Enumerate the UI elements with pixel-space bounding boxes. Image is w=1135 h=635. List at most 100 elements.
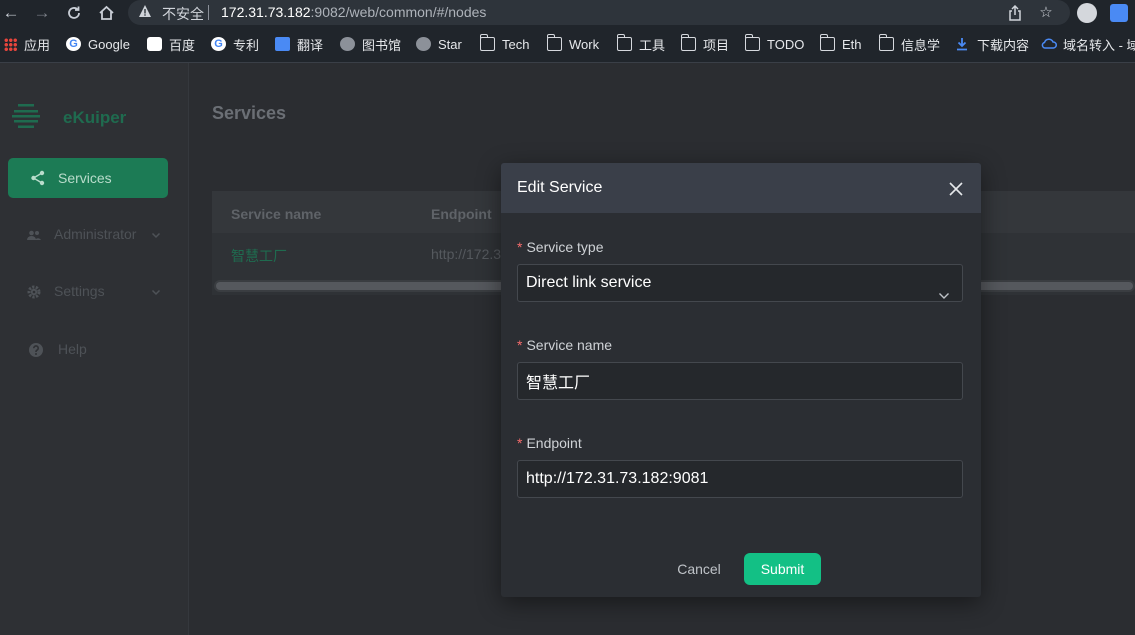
- gear-icon: [26, 284, 42, 300]
- bookmark-star[interactable]: Star: [416, 34, 462, 54]
- bookmark-domain[interactable]: 域名转入 - 域: [1041, 34, 1135, 54]
- forward-icon[interactable]: →: [31, 2, 53, 24]
- warning-icon: [138, 4, 152, 18]
- folder-icon: [878, 34, 894, 51]
- sidebar: eKuiper Services Administrator Settings …: [0, 63, 189, 635]
- sidebar-item-administrator[interactable]: Administrator: [26, 224, 166, 246]
- bookmark-work[interactable]: Work: [546, 34, 600, 54]
- address-bar[interactable]: 不安全 172.31.73.182:9082/web/common/#/node…: [128, 0, 1070, 25]
- service-name-link[interactable]: 智慧工厂: [231, 246, 287, 266]
- apps-grid-icon: [4, 37, 17, 51]
- browser-toolbar: ← → 不安全 172.31.73.182:9082/web/common/#/…: [0, 0, 1135, 26]
- required-mark: *: [517, 435, 523, 451]
- bookmark-patent[interactable]: G 专利: [211, 34, 259, 54]
- endpoint-cell: http://172.3: [431, 246, 502, 262]
- globe-icon: [340, 37, 355, 51]
- service-type-select[interactable]: Direct link service: [517, 264, 963, 302]
- bookmark-projects[interactable]: 项目: [680, 34, 730, 54]
- service-name-input[interactable]: [517, 362, 963, 400]
- bookmark-library[interactable]: 图书馆: [340, 34, 401, 54]
- sidebar-item-label: Settings: [54, 283, 105, 299]
- bookmark-label: 工具: [639, 37, 666, 53]
- url-path: :9082/web/common/#/nodes: [310, 4, 487, 20]
- translate-icon: [275, 37, 290, 51]
- chevron-down-icon: [150, 228, 162, 240]
- bookmark-label: 下载内容: [977, 37, 1030, 53]
- folder-icon: [744, 34, 760, 51]
- label-text: Service name: [526, 337, 613, 353]
- submit-button[interactable]: Submit: [744, 553, 821, 585]
- baidu-icon: [147, 37, 162, 51]
- column-header-service-name: Service name: [231, 206, 322, 222]
- required-mark: *: [517, 337, 523, 353]
- chevron-down-icon: [938, 279, 950, 299]
- sidebar-item-label: Help: [58, 341, 87, 357]
- logo-text: eKuiper: [63, 108, 127, 127]
- required-mark: *: [517, 239, 523, 255]
- bookmark-label: 图书馆: [362, 37, 402, 53]
- bookmark-apps[interactable]: 应用: [4, 34, 50, 54]
- folder-icon: [680, 34, 696, 51]
- bookmark-label: 项目: [703, 37, 730, 53]
- url-text: 172.31.73.182:9082/web/common/#/nodes: [221, 4, 486, 20]
- bookmark-baidu[interactable]: 百度: [147, 34, 195, 54]
- logo-icon: [12, 103, 40, 129]
- bookmarks-bar: 应用 G Google 百度 G 专利 翻译 图书馆 Star Tech Wor…: [0, 26, 1135, 63]
- bookmark-label: 信息学: [901, 37, 941, 53]
- home-icon[interactable]: [95, 2, 117, 24]
- bookmark-label: Work: [569, 36, 600, 52]
- bookmark-tools[interactable]: 工具: [616, 34, 666, 54]
- download-icon: [955, 37, 970, 51]
- bookmark-label: Tech: [502, 36, 530, 52]
- sidebar-item-services[interactable]: Services: [8, 158, 168, 198]
- service-name-label: * Service name: [517, 337, 612, 353]
- google-icon: G: [211, 37, 226, 51]
- sidebar-item-settings[interactable]: Settings: [26, 281, 166, 303]
- close-icon[interactable]: [945, 178, 967, 200]
- bookmark-tech[interactable]: Tech: [479, 34, 530, 54]
- label-text: Endpoint: [526, 435, 582, 451]
- globe-icon: [416, 37, 431, 51]
- endpoint-input[interactable]: [517, 460, 963, 498]
- bookmark-label: 专利: [233, 37, 260, 53]
- column-header-endpoint: Endpoint: [431, 206, 492, 222]
- cancel-button[interactable]: Cancel: [664, 553, 734, 585]
- folder-icon: [546, 34, 562, 51]
- select-value: Direct link service: [526, 274, 652, 291]
- folder-icon: [479, 34, 495, 51]
- sidebar-item-label: Services: [58, 170, 112, 186]
- bookmark-informatics[interactable]: 信息学: [878, 34, 941, 54]
- star-icon[interactable]: ☆: [1036, 3, 1056, 23]
- bookmark-eth[interactable]: Eth: [819, 34, 862, 54]
- reload-icon[interactable]: [63, 2, 85, 24]
- bookmark-label: 百度: [169, 37, 196, 53]
- back-icon[interactable]: ←: [0, 2, 22, 24]
- users-icon: [26, 227, 42, 243]
- service-type-label: * Service type: [517, 239, 604, 255]
- dialog-title: Edit Service: [517, 179, 603, 196]
- bookmark-label: Star: [438, 36, 462, 52]
- bookmark-translate[interactable]: 翻译: [275, 34, 323, 54]
- edit-service-dialog: Edit Service * Service type Direct link s…: [501, 163, 981, 597]
- bookmark-label: 翻译: [297, 37, 324, 53]
- bookmark-downloads[interactable]: 下载内容: [955, 34, 1029, 54]
- bookmark-label: Google: [88, 36, 130, 52]
- share-icon[interactable]: [1005, 3, 1025, 23]
- folder-icon: [819, 34, 835, 51]
- bookmark-label: Eth: [842, 36, 862, 52]
- translate-extension-icon[interactable]: [1110, 4, 1128, 22]
- cloud-icon: [1041, 37, 1057, 51]
- share-icon: [30, 170, 46, 186]
- bookmark-google[interactable]: G Google: [66, 34, 130, 54]
- label-text: Service type: [526, 239, 604, 255]
- chevron-down-icon: [150, 285, 162, 297]
- sidebar-item-label: Administrator: [54, 226, 137, 242]
- insecure-label: 不安全: [162, 6, 204, 22]
- bookmark-todo[interactable]: TODO: [744, 34, 804, 54]
- divider: [208, 5, 209, 20]
- bookmark-label: 应用: [24, 37, 51, 53]
- extension-icon[interactable]: [1077, 3, 1097, 23]
- dialog-header: Edit Service: [501, 163, 981, 213]
- page-title: Services: [212, 103, 287, 123]
- sidebar-item-help[interactable]: Help: [28, 339, 118, 361]
